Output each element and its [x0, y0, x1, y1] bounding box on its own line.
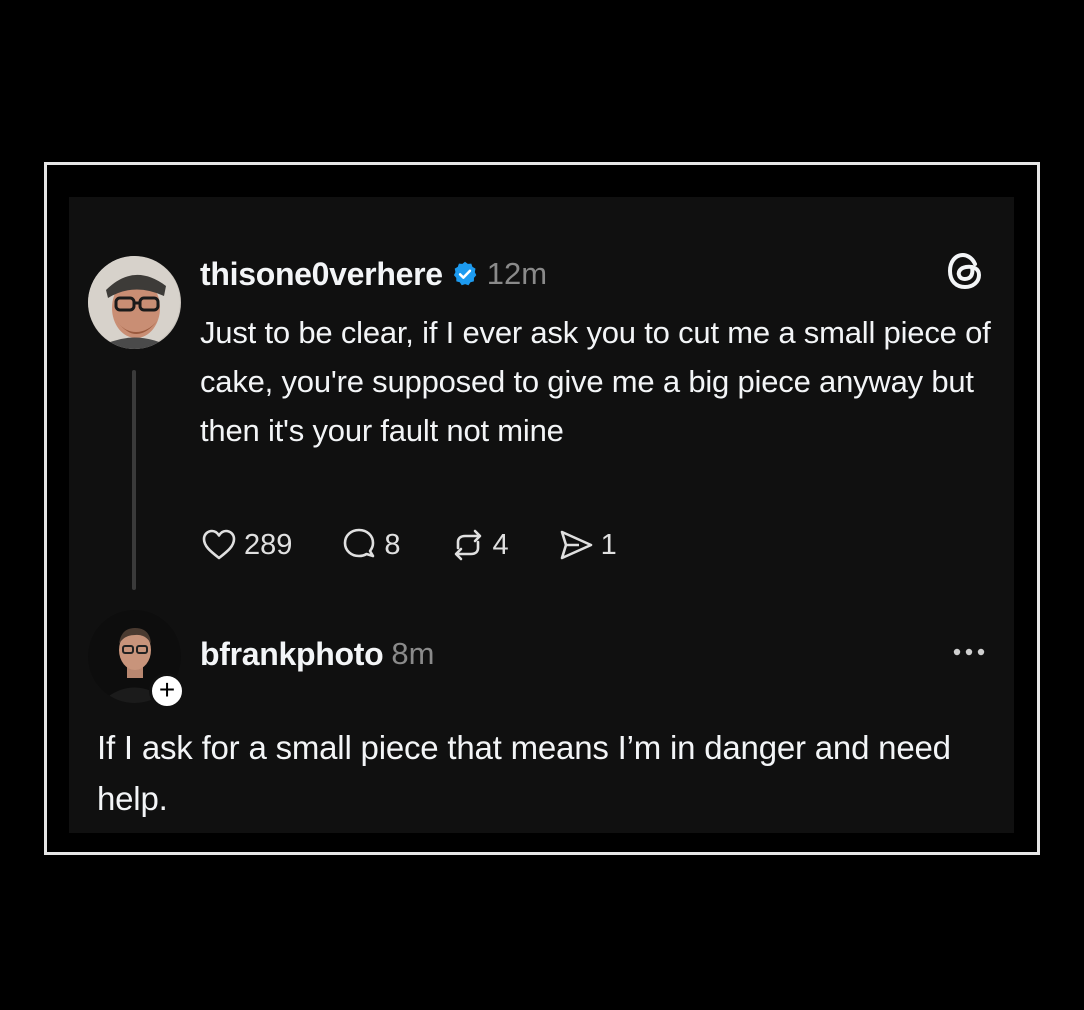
- reply-button[interactable]: 8: [340, 526, 401, 564]
- more-options-icon[interactable]: [948, 640, 990, 664]
- share-button[interactable]: 1: [557, 526, 617, 564]
- post-username[interactable]: thisone0verhere: [200, 256, 443, 293]
- reply-timestamp: 8m: [391, 636, 435, 671]
- repost-count: 4: [492, 528, 509, 561]
- like-count: 289: [244, 528, 293, 561]
- reply-username[interactable]: bfrankphoto: [200, 636, 384, 673]
- verified-badge-icon: [453, 261, 477, 286]
- reply-count: 8: [384, 528, 401, 561]
- reply-text: If I ask for a small piece that means I’…: [97, 729, 951, 817]
- share-count: 1: [600, 528, 617, 561]
- follow-button[interactable]: +: [149, 673, 185, 709]
- avatar-thisone0verhere[interactable]: [88, 256, 181, 349]
- post-actions: 289 8 4 1: [200, 522, 665, 568]
- post-text: Just to be clear, if I ever ask you to c…: [200, 315, 991, 448]
- comment-icon: [344, 528, 375, 558]
- heart-icon: [202, 529, 236, 560]
- reply-header: bfrankphoto 8m: [200, 632, 434, 676]
- thread-connector-line: [132, 370, 136, 590]
- threads-logo-icon[interactable]: [944, 250, 986, 292]
- send-icon: [560, 530, 592, 560]
- like-button[interactable]: 289: [200, 526, 292, 564]
- post-timestamp: 12m: [486, 256, 548, 291]
- repost-button[interactable]: 4: [449, 526, 509, 564]
- repost-icon: [454, 529, 481, 561]
- post-header: thisone0verhere 12m: [200, 252, 547, 296]
